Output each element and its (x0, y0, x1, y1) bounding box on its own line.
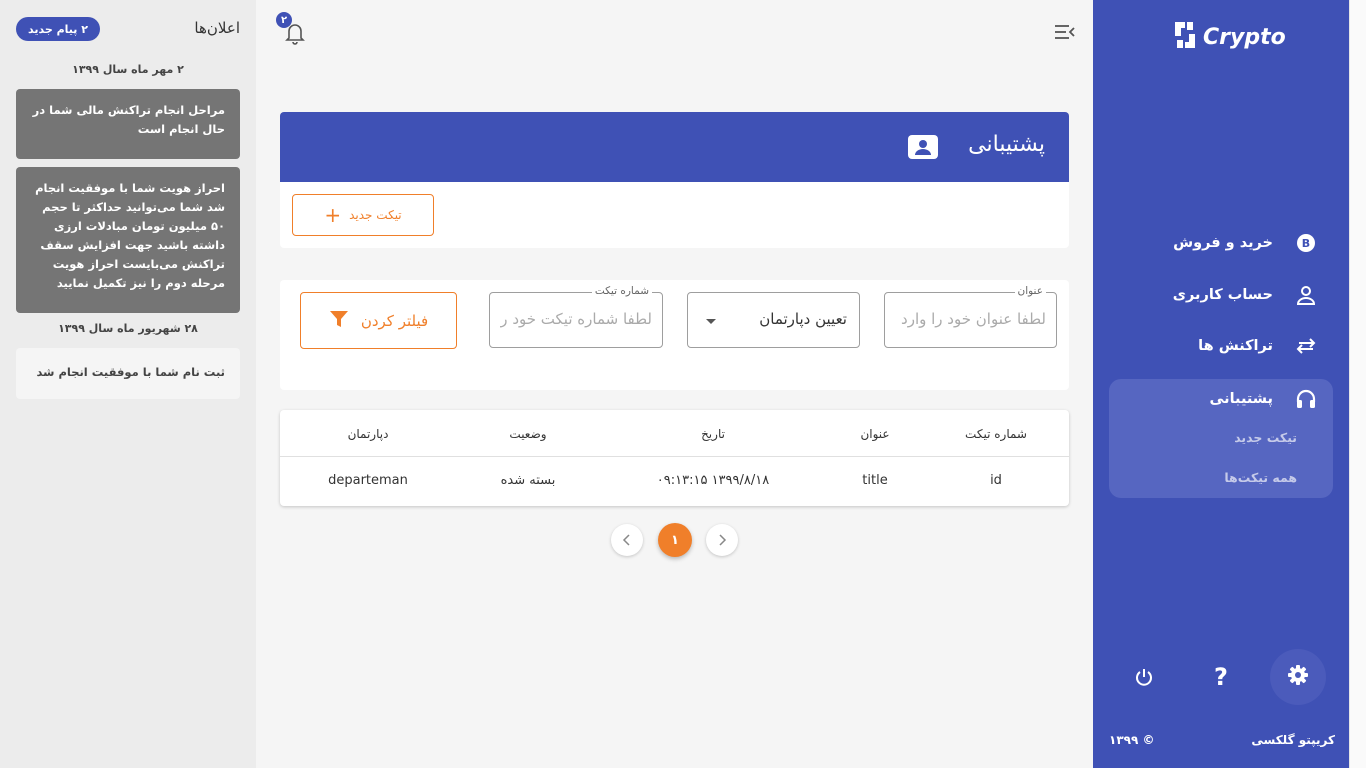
column-header: دپارتمان (347, 426, 389, 441)
ticket-date-cell: ۱۳۹۹/۸/۱۸ ۰۹:۱۳:۱۵ (656, 473, 770, 488)
sidebar-item-account[interactable]: حساب کاربری (1109, 275, 1333, 315)
footer-company-name: کریپتو گلکسی (1251, 733, 1335, 747)
chevron-right-icon (719, 534, 727, 546)
notification-card[interactable]: ثبت نام شما با موفقیت انجام شد (16, 348, 240, 399)
crypto-logo-icon (1171, 20, 1199, 54)
new-ticket-button[interactable]: تیکت جدید + (292, 194, 434, 236)
next-page-button[interactable] (706, 524, 738, 556)
notifications-title: اعلان‌ها (194, 19, 240, 37)
filter-button[interactable]: فیلتر کردن (300, 292, 457, 349)
title-field-label: عنوان (1014, 285, 1046, 297)
support-card-body: تیکت جدید + (280, 182, 1069, 248)
user-icon (1295, 284, 1317, 306)
tickets-table: شماره تیکت عنوان تاریخ وضعیت دپارتمان id… (280, 410, 1069, 506)
sidebar-subitem-new-ticket[interactable]: تیکت جدید (1234, 430, 1297, 445)
department-select-value: تعیین دپارتمان (759, 310, 847, 328)
ticket-title-cell: title (862, 473, 888, 488)
page-title: پشتیبانی (968, 132, 1045, 157)
help-icon[interactable]: ? (1204, 660, 1238, 694)
column-header: عنوان (860, 426, 890, 441)
plus-icon: + (324, 203, 342, 227)
ticket-number-field[interactable]: شماره تیکت (489, 285, 663, 348)
new-messages-badge[interactable]: ۲ پیام جدید (16, 17, 100, 41)
ticket-department-cell: departeman (328, 473, 408, 488)
sidebar-item-buy-sell[interactable]: خرید و فروش B (1109, 223, 1333, 263)
headset-icon (1295, 388, 1317, 410)
sidebar-item-label: پشتیبانی (1209, 391, 1273, 407)
dropdown-arrow-icon (706, 319, 716, 324)
brand-name: Crypto (1203, 24, 1286, 50)
notifications-panel: اعلان‌ها ۲ پیام جدید ۲ مهر ماه سال ۱۳۹۹ … (0, 0, 256, 768)
notification-count-badge: ۲ (276, 12, 292, 28)
title-input[interactable] (895, 310, 1046, 328)
current-page-button[interactable]: ۱ (658, 523, 692, 557)
sidebar-item-label: حساب کاربری (1172, 287, 1273, 303)
sidebar: Crypto خرید و فروش B حساب کاربری تراکنش … (1093, 0, 1349, 768)
filter-card: عنوان تعیین دپارتمان شماره تیکت فیلتر کر… (280, 280, 1069, 390)
filter-button-label: فیلتر کردن (360, 311, 429, 330)
notification-date: ۲۸ شهریور ماه سال ۱۳۹۹ (58, 322, 198, 335)
notification-card[interactable]: احراز هویت شما با موفقیت انجام شد شما می… (16, 167, 240, 313)
svg-text:B: B (1302, 237, 1310, 250)
department-select[interactable]: تعیین دپارتمان (687, 292, 860, 348)
chevron-left-icon (622, 534, 630, 546)
notification-card[interactable]: مراحل انجام تراکنش مالی شما در حال انجام… (16, 89, 240, 159)
column-header: وضعیت (509, 426, 547, 441)
support-card-header: پشتیبانی (280, 112, 1069, 182)
new-ticket-label: تیکت جدید (349, 208, 402, 222)
notification-date: ۲ مهر ماه سال ۱۳۹۹ (72, 63, 184, 76)
sidebar-item-support[interactable]: پشتیبانی (1109, 379, 1333, 419)
column-header: شماره تیکت (965, 426, 1027, 441)
scrollbar[interactable] (1349, 0, 1366, 768)
footer-copyright: © ۱۳۹۹ (1109, 733, 1155, 747)
settings-button[interactable] (1270, 649, 1326, 705)
sidebar-subitem-all-tickets[interactable]: همه تیکت‌ها (1224, 470, 1297, 485)
sidebar-item-label: تراکنش ها (1198, 338, 1273, 354)
power-icon[interactable] (1127, 660, 1161, 694)
bitcoin-icon: B (1295, 232, 1317, 254)
filter-icon (329, 309, 349, 333)
table-row[interactable]: id title ۱۳۹۹/۸/۱۸ ۰۹:۱۳:۱۵ بسته شده dep… (280, 457, 1069, 504)
title-field[interactable]: عنوان (884, 285, 1057, 348)
sidebar-item-label: خرید و فروش (1173, 235, 1273, 251)
column-header: تاریخ (701, 426, 725, 441)
sidebar-item-transactions[interactable]: تراکنش ها (1109, 326, 1333, 366)
ticket-number-input[interactable] (500, 310, 652, 328)
ticket-number-label: شماره تیکت (591, 285, 652, 297)
ticket-status-cell: بسته شده (500, 473, 556, 488)
table-header: شماره تیکت عنوان تاریخ وضعیت دپارتمان (280, 410, 1069, 457)
menu-collapse-icon[interactable] (1053, 22, 1075, 42)
sidebar-support-group: پشتیبانی تیکت جدید همه تیکت‌ها (1109, 379, 1333, 498)
swap-icon (1295, 335, 1317, 357)
previous-page-button[interactable] (611, 524, 643, 556)
ticket-icon (907, 134, 939, 160)
brand-logo[interactable]: Crypto (1171, 20, 1286, 54)
main-content: ۲ پشتیبانی تیکت جدید + عنوان لطفا عنوان … (256, 0, 1093, 768)
gear-icon (1287, 664, 1309, 690)
ticket-id-cell: id (990, 473, 1002, 488)
